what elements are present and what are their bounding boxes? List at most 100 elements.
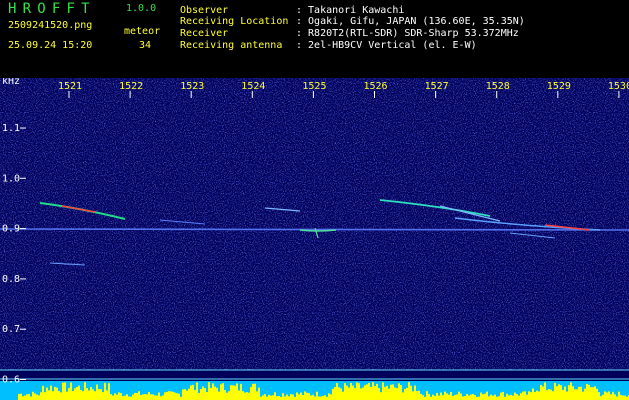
level-bar — [568, 385, 570, 400]
level-bar — [318, 396, 320, 400]
level-bar — [304, 391, 306, 400]
x-tick-label: 1530 — [608, 81, 629, 92]
level-bar — [306, 392, 308, 400]
level-bar — [452, 395, 454, 400]
level-bar — [242, 391, 244, 400]
level-bar — [566, 391, 568, 400]
level-bar — [528, 391, 530, 400]
level-bar — [236, 383, 238, 400]
level-bar — [620, 394, 622, 400]
level-bar — [120, 393, 122, 400]
level-bar — [388, 388, 390, 400]
level-bar — [494, 394, 496, 400]
level-bar — [356, 382, 358, 400]
level-bar — [38, 395, 40, 400]
level-bar — [336, 383, 338, 400]
level-bar — [62, 382, 64, 400]
level-bar — [522, 391, 524, 400]
level-bar — [184, 389, 186, 400]
level-bar — [374, 386, 376, 400]
x-tick-label: 1523 — [180, 81, 204, 92]
level-bar — [154, 395, 156, 400]
level-bar — [188, 388, 190, 400]
level-bar — [366, 384, 368, 400]
level-bar — [382, 382, 384, 400]
level-bar — [512, 395, 514, 400]
level-bar — [40, 392, 42, 400]
level-bar — [176, 393, 178, 400]
level-bar — [78, 385, 80, 400]
level-bar — [80, 389, 82, 400]
level-bar — [194, 390, 196, 400]
level-bar — [540, 385, 542, 400]
level-bar — [150, 394, 152, 400]
level-bar — [88, 390, 90, 400]
level-bar — [466, 394, 468, 400]
level-bar — [530, 392, 532, 400]
y-tick-label: 0.7 — [2, 324, 20, 335]
level-bar — [76, 386, 78, 400]
level-bar — [94, 391, 96, 400]
level-bar — [170, 391, 172, 400]
level-bar — [298, 394, 300, 400]
level-bar — [202, 386, 204, 400]
level-bar — [376, 383, 378, 400]
level-bar — [570, 382, 572, 400]
level-bar — [400, 385, 402, 400]
level-bar — [58, 391, 60, 400]
level-bar — [370, 387, 372, 400]
level-bar — [612, 391, 614, 400]
level-bar — [542, 386, 544, 400]
level-bar — [110, 394, 112, 400]
level-bar — [346, 385, 348, 400]
level-bar — [268, 394, 270, 400]
level-bar — [558, 384, 560, 400]
x-tick-label: 1529 — [547, 81, 571, 92]
spectrogram-panel: 1521 1522 1523 1524 1525 1526 1527 1528 1529 1530… — [0, 78, 629, 400]
level-bar — [426, 391, 428, 400]
level-bar — [54, 386, 56, 400]
meteor-label: meteor — [124, 26, 161, 37]
level-bar — [72, 390, 74, 400]
level-bar — [112, 395, 114, 400]
level-bar — [142, 394, 144, 400]
level-bar — [578, 386, 580, 400]
level-bar — [536, 390, 538, 400]
level-bar — [518, 395, 520, 400]
level-bar — [24, 395, 26, 400]
level-bar — [474, 395, 476, 400]
x-tick-label: 1528 — [486, 81, 510, 92]
level-bar — [576, 389, 578, 400]
noise-texture — [0, 78, 629, 370]
level-bar — [396, 388, 398, 400]
date-time: 25.09.24 15:20 — [8, 40, 93, 51]
level-bar — [152, 394, 154, 400]
level-bar — [302, 394, 304, 400]
level-bar — [264, 394, 266, 400]
level-bar — [414, 385, 416, 400]
level-bar — [220, 384, 222, 400]
level-bar — [440, 392, 442, 400]
antenna-key: Receiving antenna — [180, 40, 283, 51]
level-bar — [262, 395, 264, 400]
level-bar — [460, 393, 462, 400]
level-bar — [524, 391, 526, 400]
level-bar — [240, 383, 242, 400]
level-bar — [560, 385, 562, 400]
level-bar — [538, 391, 540, 400]
level-bar — [418, 390, 420, 400]
level-bar — [156, 395, 158, 400]
meteor-count: 34 — [139, 40, 152, 51]
level-bar — [252, 383, 254, 400]
level-bar — [478, 396, 480, 400]
x-tick-label: 1525 — [302, 81, 326, 92]
level-bar — [546, 389, 548, 400]
level-bar — [548, 389, 550, 400]
level-bar — [258, 387, 260, 400]
level-bar — [362, 387, 364, 400]
level-bar — [428, 393, 430, 400]
level-bar — [618, 391, 620, 400]
level-bar — [488, 396, 490, 400]
level-bar — [196, 382, 198, 400]
level-bar — [168, 391, 170, 400]
